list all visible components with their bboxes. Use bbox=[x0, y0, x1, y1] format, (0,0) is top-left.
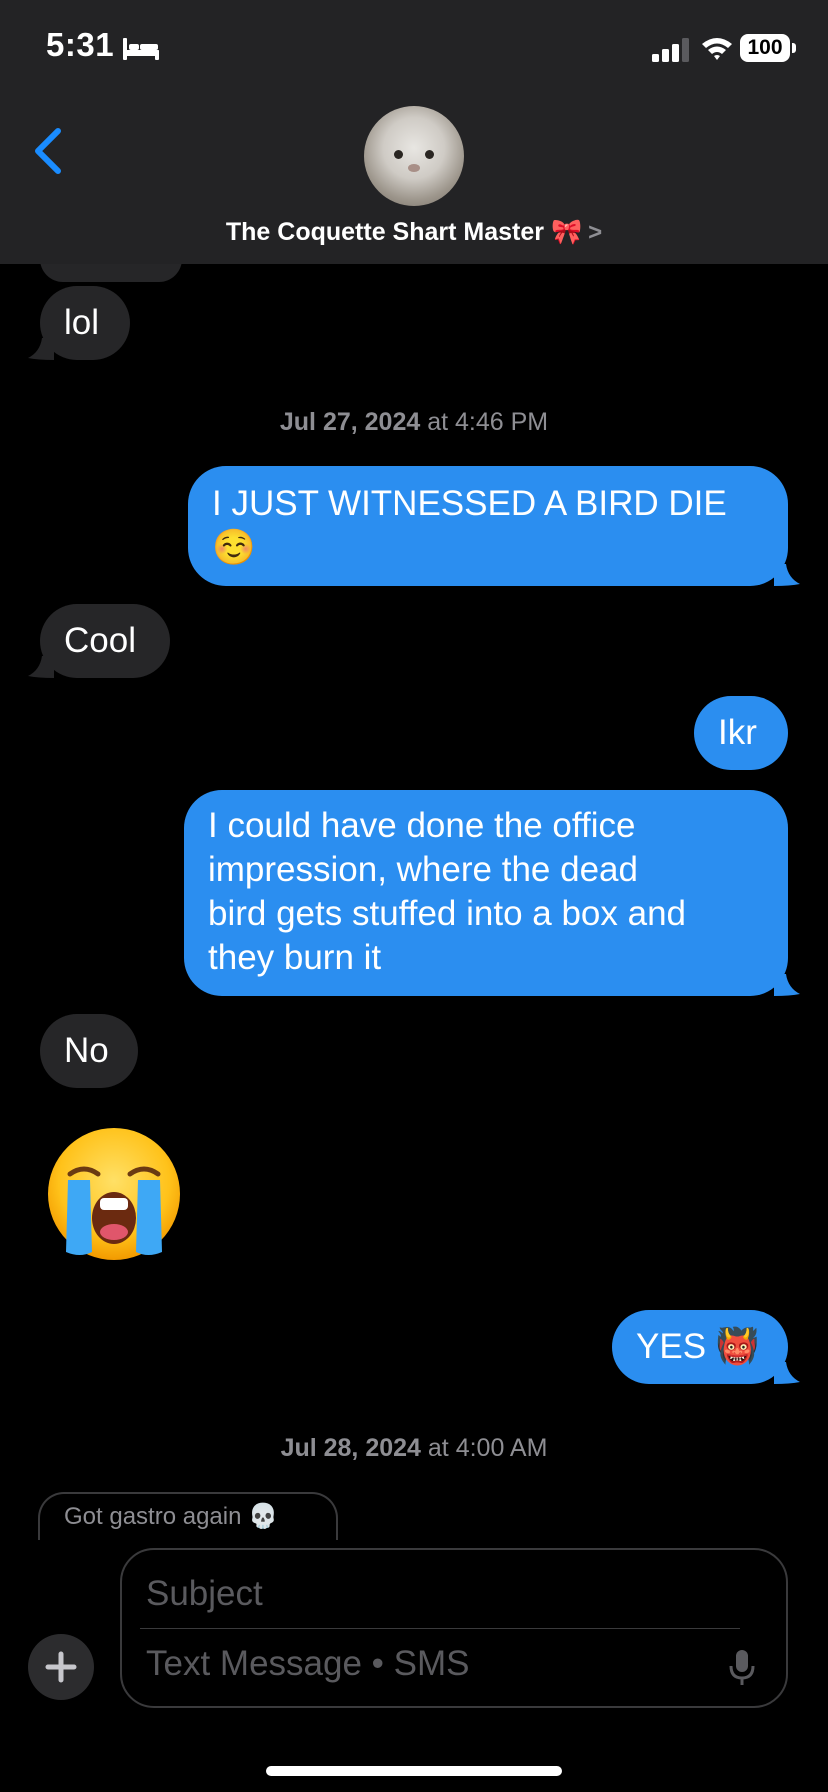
avatar[interactable] bbox=[364, 106, 464, 206]
avatar-nose bbox=[408, 164, 420, 172]
home-indicator[interactable] bbox=[266, 1766, 562, 1776]
bubble-tail bbox=[28, 656, 54, 678]
compose-divider bbox=[140, 1628, 740, 1629]
status-time: 5:31 bbox=[46, 26, 115, 63]
message-input[interactable]: Text Message • SMS bbox=[146, 1638, 706, 1690]
plus-icon bbox=[45, 1651, 77, 1683]
wifi-icon bbox=[702, 38, 732, 60]
battery-indicator: 100 bbox=[740, 34, 790, 62]
message-text-line: impression, where the dead bbox=[208, 850, 638, 889]
message-text-line: they burn it bbox=[208, 938, 382, 977]
bubble-tail bbox=[774, 1362, 800, 1384]
message-bubble-outgoing[interactable]: YES 👹 bbox=[612, 1310, 788, 1384]
contact-name: The Coquette Shart Master 🎀 bbox=[225, 218, 583, 246]
chevron-right-icon: > bbox=[588, 219, 603, 246]
conversation-header: 5:31 100 The Coquette Shart Master 🎀 > bbox=[0, 0, 828, 264]
timestamp-time: 4:46 PM bbox=[455, 408, 549, 436]
messages-screen: 5:31 100 The Coquette Shart Master 🎀 > l… bbox=[0, 0, 828, 1792]
add-attachment-button[interactable] bbox=[28, 1634, 94, 1700]
message-text-emoji: ☺️ bbox=[212, 528, 256, 567]
message-bubble-outgoing[interactable]: Ikr bbox=[694, 696, 788, 770]
signal-icon bbox=[652, 38, 689, 62]
timestamp-time: 4:00 AM bbox=[455, 1434, 548, 1462]
timestamp-at: at bbox=[420, 408, 456, 436]
timestamp-at: at bbox=[420, 1434, 456, 1462]
message-text: Cool bbox=[64, 621, 136, 660]
compose-field[interactable]: Subject Text Message • SMS bbox=[120, 1548, 788, 1708]
bubble-tail bbox=[28, 338, 54, 360]
message-text-line: bird gets stuffed into a box and bbox=[208, 894, 687, 933]
battery-tip bbox=[792, 43, 796, 53]
timestamp-date: Jul 27, 2024 bbox=[279, 408, 421, 436]
timestamp: Jul 28, 2024 at 4:00 AM bbox=[0, 1434, 828, 1463]
message-text: Ikr bbox=[718, 713, 757, 752]
reply-preview[interactable]: Got gastro again 💀 bbox=[38, 1492, 338, 1540]
message-bubble-incoming[interactable]: No bbox=[40, 1014, 138, 1088]
timestamp: Jul 27, 2024 at 4:46 PM bbox=[0, 408, 828, 437]
avatar-eye-left bbox=[394, 150, 403, 159]
microphone-icon[interactable] bbox=[728, 1648, 756, 1688]
contact-name-button[interactable]: The Coquette Shart Master 🎀 > bbox=[0, 212, 828, 252]
message-text: lol bbox=[64, 303, 100, 342]
message-text: YES 👹 bbox=[636, 1327, 760, 1366]
bed-icon bbox=[123, 38, 159, 60]
bubble-tail bbox=[774, 564, 800, 586]
message-bubble-outgoing[interactable]: I JUST WITNESSED A BIRD DIE ☺️ bbox=[188, 466, 788, 586]
subject-input[interactable]: Subject bbox=[146, 1570, 726, 1618]
timestamp-date: Jul 28, 2024 bbox=[280, 1434, 421, 1462]
chevron-left-icon[interactable] bbox=[30, 126, 66, 176]
message-text: I JUST WITNESSED A BIRD DIE bbox=[212, 484, 727, 523]
bubble-tail bbox=[774, 974, 800, 996]
message-bubble-outgoing[interactable]: I could have done the office impression,… bbox=[184, 790, 788, 996]
avatar-eye-right bbox=[425, 150, 434, 159]
message-text: No bbox=[64, 1031, 109, 1070]
loudly-crying-face-icon[interactable] bbox=[44, 1124, 184, 1264]
message-text-line: I could have done the office bbox=[208, 806, 636, 845]
message-bubble-incoming[interactable]: Cool bbox=[40, 604, 170, 678]
reply-preview-text: Got gastro again 💀 bbox=[64, 1503, 278, 1530]
